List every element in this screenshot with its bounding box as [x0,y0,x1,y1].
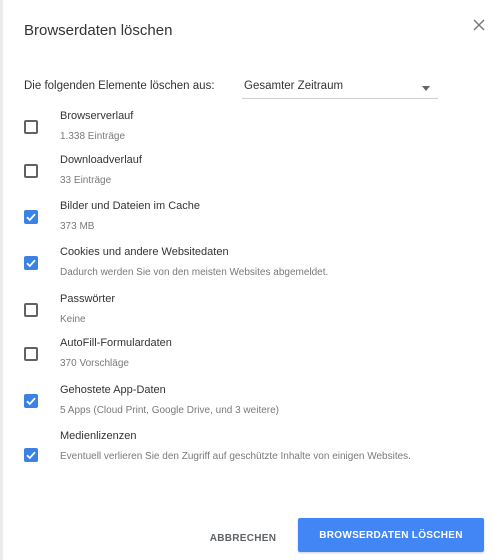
window-left-edge [0,0,3,560]
checkbox-passwoerter[interactable] [24,303,38,317]
item-autofill[interactable]: AutoFill-Formulardaten 370 Vorschläge [24,337,464,371]
time-range-row: Die folgenden Elemente löschen aus: Gesa… [24,78,444,100]
item-detail: 370 Vorschläge [60,358,129,369]
item-label: Downloadverlauf [60,154,142,166]
item-label: Medienlizenzen [60,430,137,442]
checkbox-downloadverlauf[interactable] [24,164,38,178]
cancel-button[interactable]: ABBRECHEN [196,524,290,552]
item-cache[interactable]: Bilder und Dateien im Cache 373 MB [24,200,464,234]
item-detail: Eventuell verlieren Sie den Zugriff auf … [60,451,411,462]
checkbox-medienlizenzen[interactable] [24,448,38,462]
item-label: Gehostete App-Daten [60,384,166,396]
item-detail: 1.338 Einträge [60,131,126,142]
item-downloadverlauf[interactable]: Downloadverlauf 33 Einträge [24,154,464,188]
item-detail: 373 MB [60,221,95,232]
item-detail: 5 Apps (Cloud Print, Google Drive, und 3… [60,405,279,416]
time-range-value: Gesamter Zeitraum [244,80,344,92]
time-range-select[interactable]: Gesamter Zeitraum [242,78,438,99]
dialog-title: Browserdaten löschen [24,22,173,39]
item-passwoerter[interactable]: Passwörter Keine [24,293,464,327]
item-cookies[interactable]: Cookies und andere Websitedaten Dadurch … [24,246,464,280]
checkbox-autofill[interactable] [24,347,38,361]
item-label: Bilder und Dateien im Cache [60,200,201,212]
checkbox-cache[interactable] [24,210,38,224]
clear-data-button[interactable]: BROWSERDATEN LÖSCHEN [298,518,484,552]
item-app-daten[interactable]: Gehostete App-Daten 5 Apps (Cloud Print,… [24,384,464,418]
chevron-down-icon [422,86,430,91]
close-icon [473,18,485,36]
item-browserverlauf[interactable]: Browserverlauf 1.338 Einträge [24,110,464,144]
checkbox-browserverlauf[interactable] [24,120,38,134]
item-label: Browserverlauf [60,110,134,122]
checkbox-app-daten[interactable] [24,394,38,408]
item-medienlizenzen[interactable]: Medienlizenzen Eventuell verlieren Sie d… [24,430,464,484]
checkbox-cookies[interactable] [24,256,38,270]
time-range-label: Die folgenden Elemente löschen aus: [24,80,215,92]
close-button[interactable] [468,16,490,38]
item-label: Passwörter [60,293,116,305]
item-detail: Dadurch werden Sie von den meisten Websi… [60,267,329,278]
item-label: Cookies und andere Websitedaten [60,246,229,258]
item-label: AutoFill-Formulardaten [60,337,172,349]
item-detail: 33 Einträge [60,175,112,186]
item-detail: Keine [60,314,86,325]
